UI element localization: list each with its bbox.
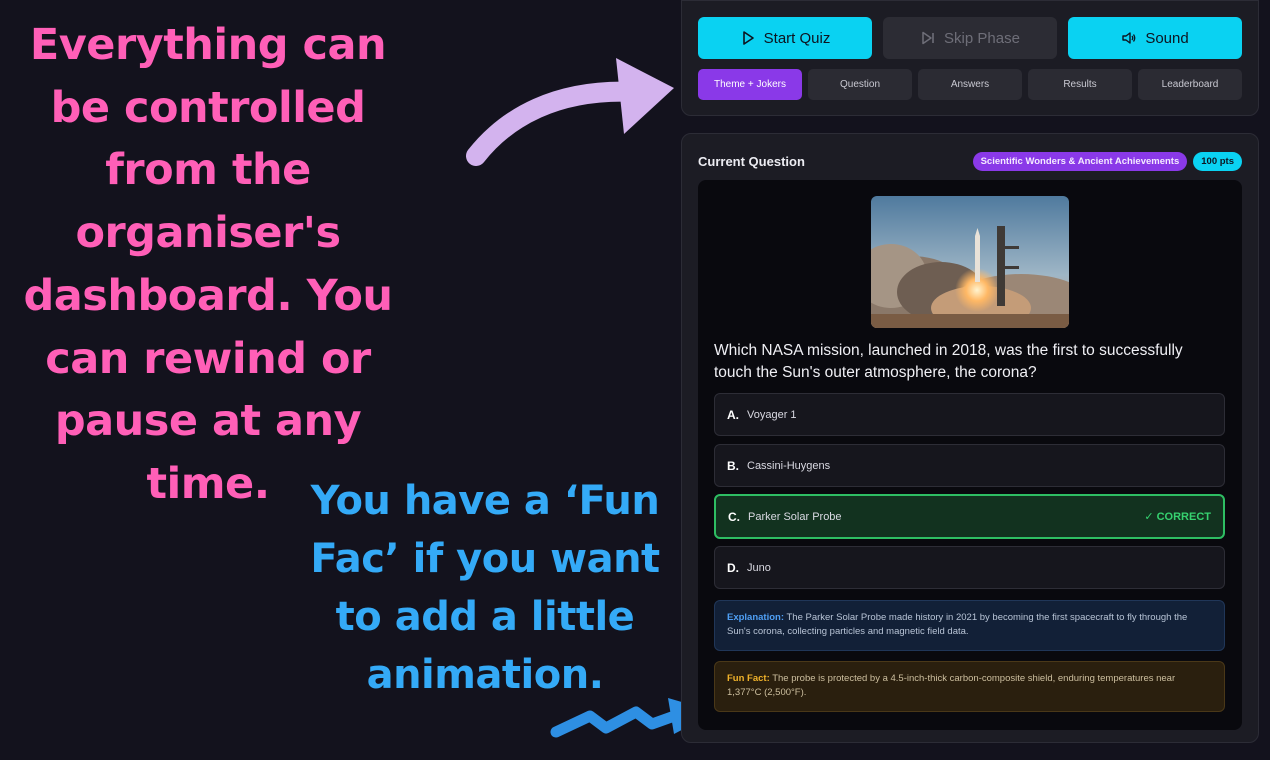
question-header: Current Question Scientific Wonders & An…	[698, 150, 1242, 172]
correct-tag: ✓ CORRECT	[1144, 511, 1211, 523]
category-badge: Scientific Wonders & Ancient Achievement…	[972, 151, 1188, 171]
explanation-label: Explanation:	[727, 612, 785, 623]
answer-letter: C.	[728, 509, 740, 524]
answer-letter: B.	[727, 458, 739, 473]
play-icon	[742, 31, 754, 45]
speaker-icon	[1122, 32, 1136, 44]
rocket-launch-illustration	[871, 196, 1069, 328]
tab-answers[interactable]: Answers	[918, 69, 1022, 100]
question-card: Which NASA mission, launched in 2018, wa…	[698, 180, 1242, 730]
sound-button[interactable]: Sound	[1068, 17, 1242, 59]
answer-option-a[interactable]: A. Voyager 1	[714, 393, 1225, 436]
answer-letter: A.	[727, 407, 739, 422]
answer-option-d[interactable]: D. Juno	[714, 546, 1225, 589]
tab-leaderboard[interactable]: Leaderboard	[1138, 69, 1242, 100]
skip-phase-label: Skip Phase	[944, 29, 1020, 47]
answer-text: Juno	[747, 561, 771, 574]
organiser-caption: Everything can be controlled from the or…	[23, 20, 393, 509]
points-badge: 100 pts	[1193, 151, 1242, 171]
fun-fact-box: Fun Fact: The probe is protected by a 4.…	[714, 661, 1225, 712]
control-buttons: Start Quiz Skip Phase Sound	[698, 17, 1242, 59]
fun-fact-label: Fun Fact:	[727, 673, 770, 684]
fun-fact-text: The probe is protected by a 4.5-inch-thi…	[727, 673, 1176, 698]
funfact-caption: You have a ‘Fun Fac’ if you want to add …	[310, 478, 660, 698]
answer-option-c[interactable]: C. Parker Solar Probe ✓ CORRECT	[714, 494, 1225, 539]
answer-text: Parker Solar Probe	[748, 510, 842, 523]
skip-icon	[922, 31, 934, 45]
answer-option-b[interactable]: B. Cassini-Huygens	[714, 444, 1225, 487]
sound-label: Sound	[1145, 29, 1189, 47]
question-text: Which NASA mission, launched in 2018, wa…	[714, 342, 1183, 381]
rocket-launch-image	[871, 196, 1069, 328]
tab-theme-jokers[interactable]: Theme + Jokers	[698, 69, 802, 100]
answer-letter: D.	[727, 560, 739, 575]
control-panel: Start Quiz Skip Phase Sound Theme + Joke…	[681, 0, 1259, 116]
answer-text: Voyager 1	[747, 408, 797, 421]
skip-phase-button[interactable]: Skip Phase	[883, 17, 1057, 59]
answer-text: Cassini-Huygens	[747, 459, 831, 472]
purple-arrow-icon	[466, 58, 674, 166]
tab-results[interactable]: Results	[1028, 69, 1132, 100]
phase-tabs: Theme + Jokers Question Answers Results …	[698, 69, 1242, 100]
start-quiz-label: Start Quiz	[763, 29, 831, 47]
explanation-box: Explanation: The Parker Solar Probe made…	[714, 600, 1225, 651]
panel-title: Current Question	[698, 153, 805, 169]
explanation-text: The Parker Solar Probe made history in 2…	[727, 612, 1188, 637]
tab-question[interactable]: Question	[808, 69, 912, 100]
current-question-panel: Current Question Scientific Wonders & An…	[681, 133, 1259, 743]
start-quiz-button[interactable]: Start Quiz	[698, 17, 872, 59]
